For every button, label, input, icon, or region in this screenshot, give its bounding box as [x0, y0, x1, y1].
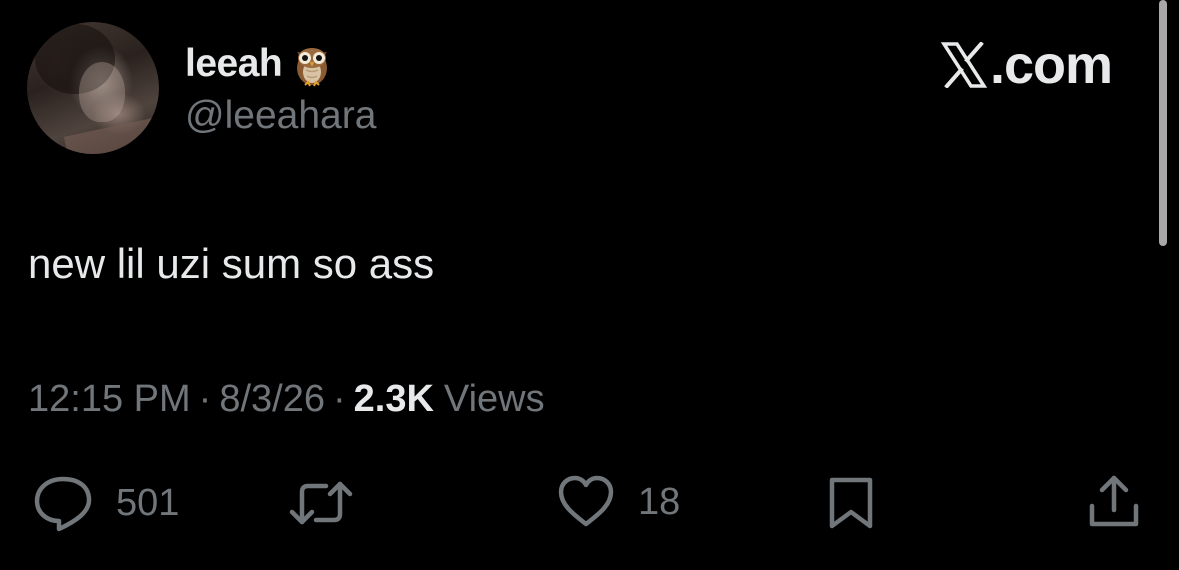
like-button[interactable]: 18 [556, 474, 680, 530]
reply-icon [34, 476, 92, 532]
bookmark-icon [829, 477, 873, 529]
tweet-card: leeah @leeahara .com new lil uzi sum so … [0, 0, 1179, 570]
reply-count: 501 [116, 481, 180, 524]
heart-icon [558, 475, 614, 527]
retweet-button[interactable] [286, 474, 356, 532]
share-icon [1089, 475, 1139, 527]
share-button[interactable] [1086, 472, 1142, 532]
retweet-icon [289, 481, 353, 525]
action-bar: 501 18 [0, 0, 1179, 570]
like-count: 18 [638, 480, 681, 523]
reply-button[interactable]: 501 [32, 474, 179, 532]
bookmark-button[interactable] [826, 474, 876, 532]
